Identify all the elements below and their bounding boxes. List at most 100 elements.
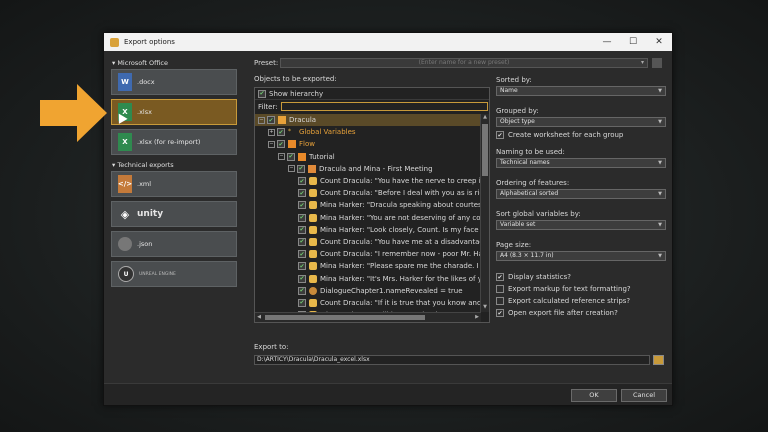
create-worksheet-option[interactable]: ✔ Create worksheet for each group xyxy=(496,129,666,141)
tree-row-checkbox[interactable]: ✔ xyxy=(298,298,306,307)
open-after-option[interactable]: ✔ Open export file after creation? xyxy=(496,307,666,319)
tree-row[interactable]: − ✔ Dracula xyxy=(255,114,481,127)
close-icon[interactable]: ✕ xyxy=(646,33,672,51)
expand-toggle-icon[interactable]: + xyxy=(268,128,275,136)
export-markup-checkbox[interactable] xyxy=(496,285,504,293)
minimize-icon[interactable]: — xyxy=(594,33,620,51)
export-path-input[interactable]: D:\ARTICY\Dracula\Dracula_excel.xlsx xyxy=(254,355,650,365)
tree-row-checkbox[interactable]: ✔ xyxy=(298,177,306,186)
tree-row[interactable]: − ✔ Flow xyxy=(255,138,481,150)
tree-row-checkbox[interactable]: ✔ xyxy=(298,274,306,283)
format-json-button[interactable]: .json xyxy=(111,231,237,257)
page-size-select[interactable]: A4 (8.3 × 11.7 in) ▼ xyxy=(496,251,666,261)
app-icon xyxy=(110,37,119,47)
tree-horizontal-scrollbar[interactable]: ◀ ▶ xyxy=(255,312,481,322)
tree-row[interactable]: ✔ Count Dracula: "If it is true that you … xyxy=(255,297,481,309)
speech-icon xyxy=(309,213,317,222)
tree-row-checkbox[interactable]: ✔ xyxy=(298,286,306,295)
tree-row-checkbox[interactable]: ✔ xyxy=(298,250,306,259)
export-strips-checkbox[interactable] xyxy=(496,297,504,305)
scroll-left-icon[interactable]: ◀ xyxy=(255,313,263,322)
sort-global-select[interactable]: Variable set ▼ xyxy=(496,220,666,230)
tree-row[interactable]: + ✔ * Global Variables xyxy=(255,126,481,138)
tree-row-label: Count Dracula: "Before I deal with you a… xyxy=(320,189,481,198)
show-hierarchy-row[interactable]: ✔ Show hierarchy xyxy=(255,88,489,100)
create-worksheet-checkbox[interactable]: ✔ xyxy=(496,131,504,139)
scroll-down-icon[interactable]: ▼ xyxy=(481,304,489,312)
tree-row-checkbox[interactable]: ✔ xyxy=(287,152,295,161)
show-hierarchy-checkbox[interactable]: ✔ xyxy=(258,89,266,98)
section-technical-exports[interactable]: ▾ Technical exports xyxy=(108,159,240,171)
tree-row[interactable]: ✔ Mina Harker: "You are not deserving of … xyxy=(255,212,481,224)
expand-toggle-icon[interactable]: − xyxy=(258,116,265,124)
export-markup-option[interactable]: Export markup for text formatting? xyxy=(496,283,666,295)
tree-row[interactable]: ✔ Count Dracula: "You have me at a disadv… xyxy=(255,236,481,248)
maximize-icon[interactable]: ☐ xyxy=(620,33,646,51)
ordering-label: Ordering of features: xyxy=(496,179,570,187)
scroll-thumb[interactable] xyxy=(482,124,488,176)
export-strips-option[interactable]: Export calculated reference strips? xyxy=(496,295,666,307)
tree-row[interactable]: − ✔ Tutorial xyxy=(255,151,481,163)
scroll-up-icon[interactable]: ▲ xyxy=(481,114,489,122)
display-statistics-checkbox[interactable]: ✔ xyxy=(496,273,504,281)
preset-combobox[interactable]: (Enter name for a new preset) ▾ xyxy=(280,58,648,68)
folder-browse-icon[interactable] xyxy=(653,355,664,365)
save-preset-icon[interactable] xyxy=(652,58,662,68)
select-value: A4 (8.3 × 11.7 in) xyxy=(500,252,554,259)
tree-row[interactable]: ✔ Mina Harker: "Please spare me the chara… xyxy=(255,260,481,272)
open-after-checkbox[interactable]: ✔ xyxy=(496,309,504,317)
format-unity-button[interactable]: ◈ unity xyxy=(111,201,237,227)
filter-input[interactable] xyxy=(280,102,488,111)
tree-row[interactable]: ✔ Count Dracula: "You have the nerve to c… xyxy=(255,175,481,187)
sorted-by-select[interactable]: Name ▼ xyxy=(496,86,666,96)
format-unreal-button[interactable]: U UNREAL ENGINE xyxy=(111,261,237,287)
scroll-thumb[interactable] xyxy=(265,315,425,320)
folder-icon xyxy=(288,140,296,149)
tree-row-checkbox[interactable]: ✔ xyxy=(298,225,306,234)
tree-row-label: Flow xyxy=(299,140,315,149)
tree-row[interactable]: − ✔ Dracula and Mina - First Meeting xyxy=(255,163,481,175)
ordering-select[interactable]: Alphabetical sorted ▼ xyxy=(496,189,666,199)
expand-toggle-icon[interactable]: − xyxy=(268,140,275,148)
tree-row[interactable]: ✔ Count Dracula: "Before I deal with you … xyxy=(255,187,481,199)
tree-row-checkbox[interactable]: ✔ xyxy=(297,164,305,173)
tree-row-checkbox[interactable]: ✔ xyxy=(298,201,306,210)
expand-toggle-icon[interactable]: − xyxy=(288,165,295,173)
ok-button[interactable]: OK xyxy=(571,389,617,402)
format-docx-button[interactable]: W .docx xyxy=(111,69,237,95)
create-worksheet-label: Create worksheet for each group xyxy=(508,131,624,139)
tree-row[interactable]: ✔ Mina Harker: "Look closely, Count. Is m… xyxy=(255,224,481,236)
tree-row[interactable]: ✔ Mina Harker: "It's Mrs. Harker for the … xyxy=(255,272,481,284)
tree-row[interactable]: ✔ Count Dracula: "I remember now - poor M… xyxy=(255,248,481,260)
scroll-right-icon[interactable]: ▶ xyxy=(473,313,481,322)
tree-row-checkbox[interactable]: ✔ xyxy=(298,189,306,198)
tree-row-checkbox[interactable]: ✔ xyxy=(267,116,275,125)
tree-row[interactable]: ✔ Mina Harker: "Dracula speaking about co… xyxy=(255,199,481,211)
format-xml-button[interactable]: </> .xml xyxy=(111,171,237,197)
speech-icon xyxy=(309,225,317,234)
select-value: Object type xyxy=(500,118,535,125)
display-statistics-option[interactable]: ✔ Display statistics? xyxy=(496,271,666,283)
chevron-down-icon: ▼ xyxy=(658,119,662,125)
tree-row[interactable]: ✔ DialogueChapter1.nameRevealed = true xyxy=(255,285,481,297)
expand-toggle-icon[interactable]: − xyxy=(278,153,285,161)
tree-row-checkbox[interactable]: ✔ xyxy=(277,140,285,149)
format-xlsx-button[interactable]: X .xlsx xyxy=(111,99,237,125)
chevron-down-icon: ▼ xyxy=(658,191,662,197)
glob-icon: * xyxy=(288,128,291,136)
format-xlsx-reimport-button[interactable]: X .xlsx (for re-import) xyxy=(111,129,237,155)
tree-row-checkbox[interactable]: ✔ xyxy=(298,237,306,246)
tree-row-checkbox[interactable]: ✔ xyxy=(298,262,306,271)
tree-row-checkbox[interactable]: ✔ xyxy=(277,128,285,137)
tree-vertical-scrollbar[interactable]: ▲ ▼ xyxy=(480,114,489,312)
select-value: Variable set xyxy=(500,221,536,228)
speech-icon xyxy=(309,201,317,210)
instr-icon xyxy=(309,286,317,295)
format-label: .xlsx xyxy=(137,108,152,116)
folder-icon xyxy=(298,152,306,161)
cancel-button[interactable]: Cancel xyxy=(621,389,667,402)
tree-row-checkbox[interactable]: ✔ xyxy=(298,213,306,222)
section-microsoft-office[interactable]: ▾ Microsoft Office xyxy=(108,57,240,69)
grouped-by-select[interactable]: Object type ▼ xyxy=(496,117,666,127)
naming-select[interactable]: Technical names ▼ xyxy=(496,158,666,168)
